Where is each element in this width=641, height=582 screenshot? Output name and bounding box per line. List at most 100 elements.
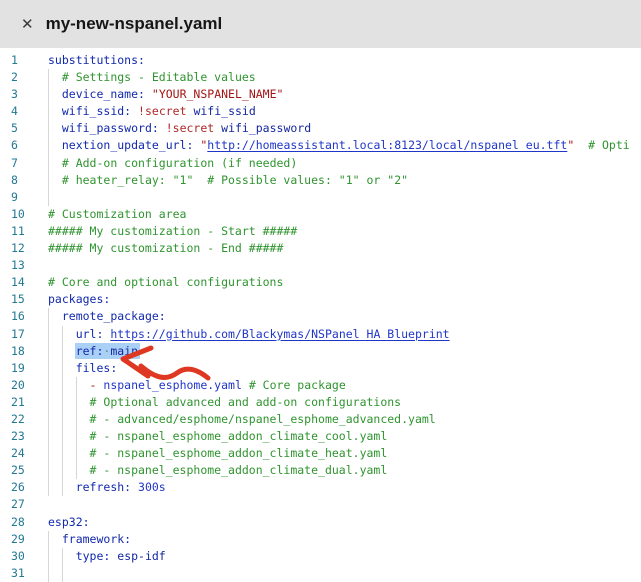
- code-token: [159, 121, 166, 135]
- code-line[interactable]: 1 substitutions:: [0, 52, 641, 69]
- line-number: 27: [11, 496, 25, 513]
- line-number: 20: [11, 377, 25, 394]
- code-token: ##### My customization - Start #####: [48, 224, 297, 238]
- code-line[interactable]: 20 - nspanel_esphome.yaml # Core package: [0, 377, 641, 394]
- code-token: !secret: [138, 104, 186, 118]
- code-token: # - advanced/esphome/nspanel_esphome_adv…: [90, 412, 436, 426]
- line-number: 13: [11, 257, 25, 274]
- code-text: # - advanced/esphome/nspanel_esphome_adv…: [48, 411, 436, 428]
- code-line[interactable]: 18 ref:·main: [0, 343, 641, 360]
- code-token: # Add-on configuration (if needed): [62, 156, 297, 170]
- code-text: remote_package:: [48, 308, 166, 325]
- code-token: "YOUR_NSPANEL_NAME": [152, 87, 284, 101]
- code-token: wifi_ssid:: [62, 104, 131, 118]
- code-token: ref:: [76, 344, 104, 358]
- code-line[interactable]: 14# Core and optional configurations: [0, 274, 641, 291]
- code-line[interactable]: 23 # - nspanel_esphome_addon_climate_coo…: [0, 428, 641, 445]
- code-line[interactable]: 8 # heater_relay: "1" # Possible values:…: [0, 172, 641, 189]
- line-number: 11: [11, 223, 25, 240]
- line-number: 26: [11, 479, 25, 496]
- code-token: wifi_password:: [62, 121, 159, 135]
- line-number: 1: [11, 52, 18, 69]
- code-token: url:: [76, 327, 104, 341]
- code-text: wifi_password: !secret wifi_password: [48, 120, 311, 137]
- code-line[interactable]: 2 # Settings - Editable values: [0, 69, 641, 86]
- code-editor[interactable]: 1 substitutions: 2 # Settings - Editable v…: [0, 48, 641, 582]
- code-line[interactable]: 5 wifi_password: !secret wifi_password: [0, 120, 641, 137]
- line-number: 29: [11, 531, 25, 548]
- code-text: # Add-on configuration (if needed): [48, 155, 297, 172]
- code-token: type:: [76, 549, 111, 563]
- code-token: nspanel_esphome.yaml: [103, 378, 241, 392]
- code-token: 300s: [138, 480, 166, 494]
- code-line[interactable]: 9: [0, 189, 641, 206]
- code-text: # - nspanel_esphome_addon_climate_dual.y…: [48, 462, 387, 479]
- code-line[interactable]: 4 wifi_ssid: !secret wifi_ssid: [0, 103, 641, 120]
- line-number: 24: [11, 445, 25, 462]
- code-line[interactable]: 28esp32:: [0, 514, 641, 531]
- code-line[interactable]: 25 # - nspanel_esphome_addon_climate_dua…: [0, 462, 641, 479]
- code-line[interactable]: 10# Customization area: [0, 206, 641, 223]
- code-token: esp-idf: [117, 549, 165, 563]
- code-line[interactable]: 21 # Optional advanced and add-on config…: [0, 394, 641, 411]
- code-text: packages:: [48, 291, 110, 308]
- code-line[interactable]: 24 # - nspanel_esphome_addon_climate_hea…: [0, 445, 641, 462]
- line-number: 12: [11, 240, 25, 257]
- line-number: 14: [11, 274, 25, 291]
- line-number: 22: [11, 411, 25, 428]
- code-line[interactable]: 12##### My customization - End #####: [0, 240, 641, 257]
- code-token: !secret: [166, 121, 214, 135]
- code-line[interactable]: 22 # - advanced/esphome/nspanel_esphome_…: [0, 411, 641, 428]
- code-token: files:: [76, 361, 118, 375]
- code-line[interactable]: 11 ##### My customization - Start #####: [0, 223, 641, 240]
- code-token: # Core package: [249, 378, 346, 392]
- code-token: [131, 480, 138, 494]
- code-text: # - nspanel_esphome_addon_climate_heat.y…: [48, 445, 387, 462]
- code-token: substitutions:: [48, 53, 145, 67]
- code-token: esp32:: [48, 515, 90, 529]
- code-token: wifi_ssid: [193, 104, 255, 118]
- line-number: 7: [11, 155, 18, 172]
- line-number: 30: [11, 548, 25, 565]
- code-text: esp32:: [48, 514, 90, 531]
- close-icon[interactable]: ✕: [21, 17, 34, 32]
- code-token: http://homeassistant.local:8123/local/ns…: [207, 138, 567, 152]
- line-number: 6: [11, 137, 18, 154]
- code-text: device_name: "YOUR_NSPANEL_NAME": [48, 86, 283, 103]
- code-token: main: [110, 344, 138, 358]
- code-text: refresh: 300s: [48, 479, 166, 496]
- code-token: [242, 378, 249, 392]
- code-token: # - nspanel_esphome_addon_climate_cool.y…: [90, 429, 388, 443]
- code-token: remote_package:: [62, 309, 166, 323]
- code-text: # Settings - Editable values: [48, 69, 256, 86]
- code-text: # - nspanel_esphome_addon_climate_cool.y…: [48, 428, 387, 445]
- code-line[interactable]: 13: [0, 257, 641, 274]
- code-token: device_name:: [62, 87, 145, 101]
- line-number: 4: [11, 103, 18, 120]
- code-line[interactable]: 15 packages:: [0, 291, 641, 308]
- code-text: # Optional advanced and add-on configura…: [48, 394, 401, 411]
- code-line[interactable]: 7 # Add-on configuration (if needed): [0, 155, 641, 172]
- code-text: wifi_ssid: !secret wifi_ssid: [48, 103, 256, 120]
- file-tab-header: ✕ my-new-nspanel.yaml: [0, 0, 641, 48]
- code-line[interactable]: 27: [0, 496, 641, 513]
- code-line[interactable]: 16 remote_package:: [0, 308, 641, 325]
- code-text: type: esp-idf: [48, 548, 166, 565]
- code-line[interactable]: 17 url: https://github.com/Blackymas/NSP…: [0, 326, 641, 343]
- line-number: 18: [11, 343, 25, 360]
- code-line[interactable]: 31: [0, 565, 641, 582]
- code-line[interactable]: 6 nextion_update_url: "http://homeassist…: [0, 137, 641, 154]
- code-text: - nspanel_esphome.yaml # Core package: [48, 377, 346, 394]
- code-token: wifi_password: [221, 121, 311, 135]
- code-line[interactable]: 19 files:: [0, 360, 641, 377]
- code-token: # heater_relay: "1" # Possible values: "…: [62, 173, 408, 187]
- line-number: 16: [11, 308, 25, 325]
- code-line[interactable]: 29 framework:: [0, 531, 641, 548]
- code-text: ref:·main: [48, 343, 138, 360]
- code-line[interactable]: 30 type: esp-idf: [0, 548, 641, 565]
- code-line[interactable]: 3 device_name: "YOUR_NSPANEL_NAME": [0, 86, 641, 103]
- line-number: 10: [11, 206, 25, 223]
- code-line[interactable]: 26 refresh: 300s: [0, 479, 641, 496]
- line-number: 15: [11, 291, 25, 308]
- selected-text: ref:·main: [75, 343, 140, 359]
